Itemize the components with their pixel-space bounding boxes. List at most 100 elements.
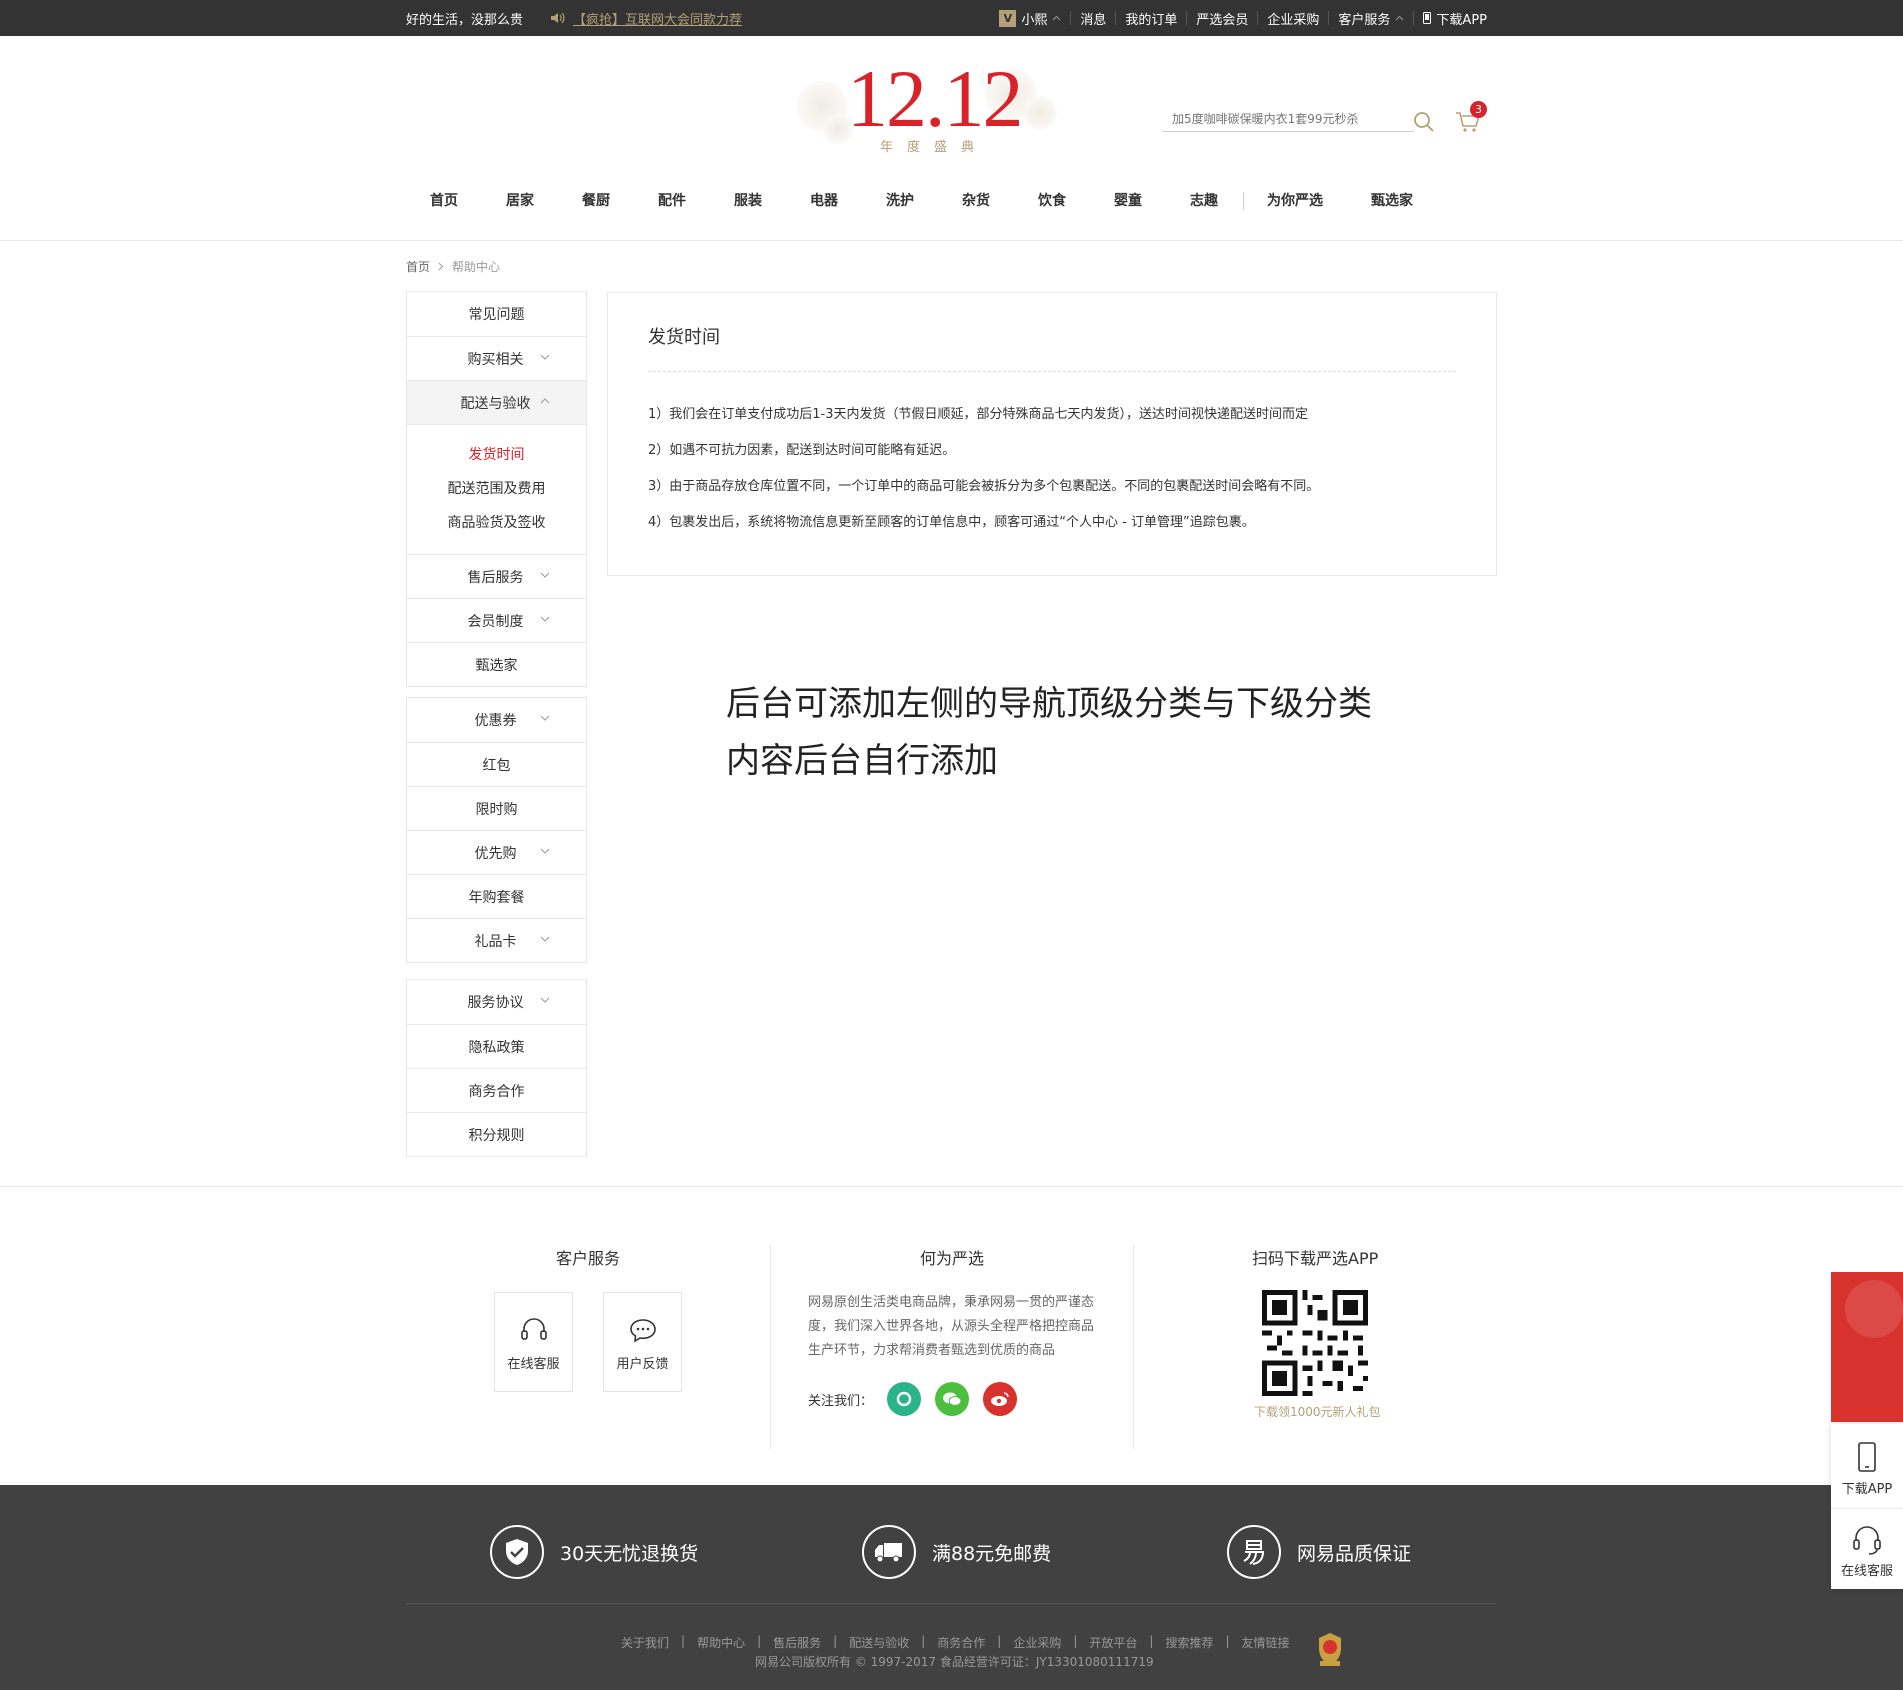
feedback-button[interactable]: 用户反馈 <box>603 1292 682 1392</box>
nav-item-clothing[interactable]: 服装 <box>734 190 762 210</box>
weibo-icon[interactable] <box>983 1382 1018 1416</box>
notice-link[interactable]: 【疯抢】互联网大会同款力荐 <box>573 9 742 28</box>
yixin-icon[interactable] <box>887 1382 922 1416</box>
sidebar-item-purchase[interactable]: 购买相关 <box>407 336 586 380</box>
sidebar-item-coupons[interactable]: 优惠券 <box>407 698 586 742</box>
sidebar-item-flash-sale[interactable]: 限时购 <box>407 786 586 830</box>
article-paragraph: 1）我们会在订单支付成功后1-3天内发货（节假日顺延，部分特殊商品七天内发货），… <box>648 407 1309 422</box>
sidebar-item-annual-plan[interactable]: 年购套餐 <box>407 874 586 918</box>
download-app-link[interactable]: 下载APP <box>1413 11 1496 28</box>
nav-item-food[interactable]: 饮食 <box>1038 190 1066 210</box>
vip-badge-icon: V <box>999 9 1017 27</box>
nav-item-home[interactable]: 首页 <box>430 190 458 210</box>
truck-icon <box>862 1525 916 1579</box>
float-online-service[interactable]: 在线客服 <box>1831 1524 1903 1579</box>
site-logo[interactable]: 12.12 年度盛典 <box>795 56 1060 156</box>
sidebar-subitem-inspection[interactable]: 商品验货及签收 <box>407 506 586 540</box>
chevron-up-icon <box>1396 15 1404 21</box>
float-download-app[interactable]: 下载APP <box>1831 1442 1903 1497</box>
chevron-down-icon <box>540 616 550 622</box>
search-box[interactable] <box>1162 108 1414 132</box>
sidebar-item-privacy[interactable]: 隐私政策 <box>407 1024 586 1068</box>
footer-column-divider <box>1133 1245 1134 1450</box>
sidebar-item-red-packet[interactable]: 红包 <box>407 742 586 786</box>
speaker-icon <box>551 12 565 24</box>
sidebar-item-label: 限时购 <box>475 801 518 818</box>
breadcrumb-home[interactable]: 首页 <box>406 258 430 275</box>
float-divider <box>1831 1508 1903 1509</box>
logo-subtitle: 年度盛典 <box>880 140 989 155</box>
headset-icon <box>1853 1526 1881 1555</box>
nav-item-accessories[interactable]: 配件 <box>658 190 686 210</box>
sidebar-item-selectors[interactable]: 甄选家 <box>407 642 586 686</box>
footer-link-enterprise[interactable]: 企业采购 <box>1001 1634 1073 1651</box>
sidebar-item-priority-buy[interactable]: 优先购 <box>407 830 586 874</box>
footer-links: 关于我们 | 帮助中心 | 售后服务 | 配送与验收 | 商务合作 | 企业采购 | 开放平… <box>609 1634 1302 1651</box>
sidebar-item-membership[interactable]: 会员制度 <box>407 598 586 642</box>
user-menu[interactable]: V 小熙 <box>990 9 1070 28</box>
guarantee-label: 30天无忧退换货 <box>560 1542 699 1565</box>
footer-link-open-platform[interactable]: 开放平台 <box>1077 1634 1149 1651</box>
sidebar-subitem-ship-time[interactable]: 发货时间 <box>407 438 586 472</box>
admin-annotation: 后台可添加左侧的导航顶级分类与下级分类 内容后台自行添加 <box>726 676 1372 790</box>
nav-item-care[interactable]: 洗护 <box>886 190 914 210</box>
police-badge-icon[interactable] <box>1316 1631 1344 1667</box>
sidebar-item-points[interactable]: 积分规则 <box>407 1112 586 1156</box>
sidebar-item-label: 常见问题 <box>468 307 525 323</box>
article-paragraph: 2）如遇不可抗力因素，配送到达时间可能略有延迟。 <box>648 443 956 458</box>
messages-link[interactable]: 消息 <box>1070 11 1115 28</box>
footer-link-about[interactable]: 关于我们 <box>609 1634 681 1651</box>
chevron-up-icon <box>540 398 550 404</box>
notice[interactable]: 【疯抢】互联网大会同款力荐 <box>551 9 742 28</box>
follow-us: 关注我们： <box>808 1382 1018 1416</box>
chevron-right-icon <box>438 262 444 271</box>
footer-link-after-sales[interactable]: 售后服务 <box>761 1634 833 1651</box>
nav-item-interests[interactable]: 志趣 <box>1190 190 1218 210</box>
title-divider <box>648 371 1456 372</box>
footer-link-help[interactable]: 帮助中心 <box>685 1634 757 1651</box>
search-input[interactable] <box>1162 108 1392 130</box>
my-orders-link[interactable]: 我的订单 <box>1115 11 1186 28</box>
breadcrumb-current: 帮助中心 <box>452 260 501 274</box>
footer-link-delivery[interactable]: 配送与验收 <box>837 1634 921 1651</box>
customer-service-label: 客户服务 <box>1338 12 1391 28</box>
nav-item-home-living[interactable]: 居家 <box>506 190 534 210</box>
sidebar-item-faq[interactable]: 常见问题 <box>407 292 586 336</box>
nav-item-appliances[interactable]: 电器 <box>810 190 838 210</box>
logo-decoration <box>1023 96 1057 130</box>
sidebar-item-label: 售后服务 <box>467 569 524 586</box>
promo-float-banner[interactable] <box>1831 1272 1903 1422</box>
membership-link[interactable]: 严选会员 <box>1186 11 1257 28</box>
footer-link-friends[interactable]: 友情链接 <box>1230 1634 1302 1651</box>
sidebar-item-gift-card[interactable]: 礼品卡 <box>407 918 586 962</box>
site-slogan: 好的生活，没那么贵 <box>406 12 524 28</box>
nav-item-kitchen[interactable]: 餐厨 <box>582 190 610 210</box>
customer-service-menu[interactable]: 客户服务 <box>1328 11 1413 28</box>
sidebar-item-delivery[interactable]: 配送与验收 <box>407 380 586 424</box>
online-service-button[interactable]: 在线客服 <box>494 1292 573 1392</box>
enterprise-link[interactable]: 企业采购 <box>1257 11 1328 28</box>
footer-link-business[interactable]: 商务合作 <box>925 1634 997 1651</box>
sidebar-item-label: 配送与验收 <box>460 395 531 412</box>
main-nav: 首页 居家 餐厨 配件 服装 电器 洗护 杂货 饮食 婴童 志趣 为你严选 甄选… <box>406 190 1496 214</box>
guarantee-returns: 30天无忧退换货 <box>490 1525 698 1579</box>
sidebar-item-label: 购买相关 <box>467 351 524 368</box>
wechat-icon[interactable] <box>935 1382 970 1416</box>
sidebar-item-service-agreement[interactable]: 服务协议 <box>407 980 586 1024</box>
search-icon[interactable] <box>1412 110 1436 134</box>
sidebar-subitem-delivery-range[interactable]: 配送范围及费用 <box>407 472 586 506</box>
chevron-up-icon <box>1052 15 1061 21</box>
help-article: 发货时间 1）我们会在订单支付成功后1-3天内发货（节假日顺延，部分特殊商品七天… <box>607 292 1497 576</box>
sidebar-item-label: 会员制度 <box>467 613 524 630</box>
breadcrumb: 首页 帮助中心 <box>406 258 500 275</box>
nav-item-baby[interactable]: 婴童 <box>1114 190 1142 210</box>
footer-link-search[interactable]: 搜索推荐 <box>1153 1634 1225 1651</box>
guarantee-label: 网易品质保证 <box>1297 1542 1412 1565</box>
nav-item-selectors[interactable]: 甄选家 <box>1371 190 1413 210</box>
sidebar-item-business[interactable]: 商务合作 <box>407 1068 586 1112</box>
sidebar-item-after-sales[interactable]: 售后服务 <box>407 554 586 598</box>
nav-item-for-you[interactable]: 为你严选 <box>1267 190 1323 210</box>
sidebar-item-label: 优惠券 <box>474 713 517 729</box>
nav-item-sundries[interactable]: 杂货 <box>962 190 990 210</box>
annotation-line: 后台可添加左侧的导航顶级分类与下级分类 <box>726 684 1372 724</box>
